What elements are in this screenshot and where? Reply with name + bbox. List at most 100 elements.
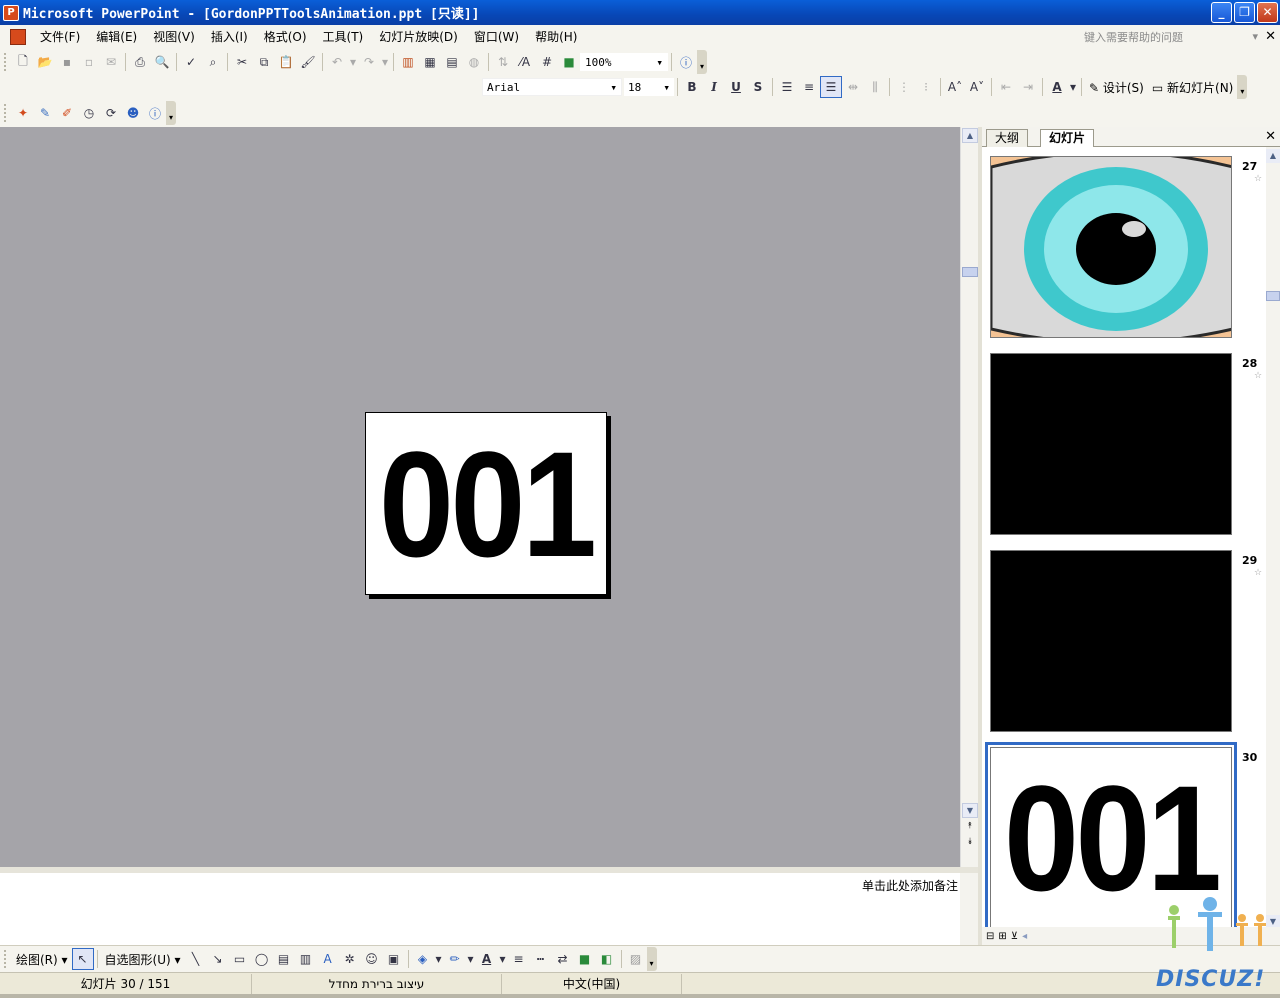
close-icon[interactable]: ✕ [1257, 2, 1278, 23]
menu-slideshow[interactable]: 幻灯片放映(D) [371, 28, 466, 45]
save-icon[interactable]: ▪ [56, 51, 78, 73]
picture-tool-icon[interactable]: ▨ [625, 948, 647, 970]
color-grayscale-icon[interactable]: ■ [558, 51, 580, 73]
permission-icon[interactable]: ▫ [78, 51, 100, 73]
scroll-up-icon[interactable]: ▲ [1266, 149, 1280, 163]
menu-tools[interactable]: 工具(T) [315, 28, 372, 45]
autoshapes-button[interactable]: 自选图形(U) ▾ [101, 951, 185, 968]
notes-pane[interactable]: 单击此处添加备注 [0, 873, 960, 945]
textbox-icon[interactable]: ▤ [273, 948, 295, 970]
undo-dropdown-icon[interactable]: ▾ [348, 51, 358, 73]
wordart-icon[interactable]: A [317, 948, 339, 970]
previous-slide-icon[interactable]: ⯭ [962, 821, 978, 833]
font-size-select[interactable]: 18 ▾ [624, 78, 674, 96]
help-search-input[interactable]: 键入需要帮助的问题 ▾ [1078, 28, 1258, 45]
align-right-icon[interactable]: ☰ [820, 76, 842, 98]
table-icon[interactable]: ▦ [419, 51, 441, 73]
line-icon[interactable]: ╲ [185, 948, 207, 970]
menu-format[interactable]: 格式(O) [256, 28, 315, 45]
oval-icon[interactable]: ◯ [251, 948, 273, 970]
document-icon[interactable] [10, 28, 26, 45]
slide-text[interactable]: 001 [379, 429, 597, 579]
chevron-down-icon[interactable]: ▾ [663, 81, 670, 94]
slideshow-view-icon[interactable]: ⊻ [1011, 931, 1018, 942]
menu-window[interactable]: 窗口(W) [466, 28, 527, 45]
picture-icon[interactable]: ▣ [383, 948, 405, 970]
select-pointer-icon[interactable]: ↖ [71, 948, 94, 970]
3d-style-icon[interactable]: ◧ [596, 948, 618, 970]
italic-button[interactable]: I [703, 76, 725, 98]
decrease-indent-icon[interactable]: ⇤ [995, 76, 1017, 98]
slide-editing-pane[interactable]: 001 [0, 127, 960, 867]
redo-icon[interactable]: ↷ [358, 51, 380, 73]
undo-icon[interactable]: ↶ [326, 51, 348, 73]
underline-button[interactable]: U [725, 76, 747, 98]
diagram-icon[interactable]: ✲ [339, 948, 361, 970]
scroll-up-icon[interactable]: ▲ [962, 128, 978, 143]
scroll-down-icon[interactable]: ▼ [962, 803, 978, 818]
clipart-icon[interactable]: ☺ [361, 948, 383, 970]
cut-icon[interactable]: ✂ [231, 51, 253, 73]
menu-view[interactable]: 视图(V) [145, 28, 203, 45]
vertical-textbox-icon[interactable]: ▥ [295, 948, 317, 970]
chevron-down-icon[interactable]: ▾ [498, 948, 508, 970]
chevron-down-icon[interactable]: ▾ [434, 948, 444, 970]
bold-button[interactable]: B [681, 76, 703, 98]
line-color-icon[interactable]: ✏ [444, 948, 466, 970]
pen-tool-icon[interactable]: ✐ [56, 102, 78, 124]
align-left-icon[interactable]: ☰ [776, 76, 798, 98]
restore-icon[interactable]: ❐ [1234, 2, 1255, 23]
arrow-style-icon[interactable]: ⇄ [552, 948, 574, 970]
print-icon[interactable]: ⎙ [129, 51, 151, 73]
decrease-font-icon[interactable]: A˅ [966, 76, 988, 98]
draw-menu-button[interactable]: 绘图(R) ▾ [12, 951, 72, 968]
dash-style-icon[interactable]: ┅ [530, 948, 552, 970]
scroll-thumb[interactable] [1266, 291, 1280, 301]
scroll-thumb[interactable] [962, 267, 978, 277]
font-color-icon[interactable]: A [476, 948, 498, 970]
chevron-down-icon[interactable]: ▾ [656, 56, 663, 69]
redo-dropdown-icon[interactable]: ▾ [380, 51, 390, 73]
minimize-icon[interactable]: _ [1211, 2, 1232, 23]
increase-font-icon[interactable]: A˄ [944, 76, 966, 98]
user-icon[interactable]: ☻ [122, 102, 144, 124]
arrow-icon[interactable]: ↘ [207, 948, 229, 970]
tab-outline[interactable]: 大纲 [986, 129, 1029, 147]
chevron-down-icon[interactable]: ▾ [1252, 30, 1258, 43]
thumbnail-scrollbar[interactable]: ▲ ▼ [1266, 147, 1280, 937]
menu-file[interactable]: 文件(F) [32, 28, 88, 45]
font-color-icon[interactable]: A [1046, 76, 1068, 98]
next-slide-icon[interactable]: ⯯ [962, 837, 978, 849]
distribute-icon[interactable]: ⇹ [842, 76, 864, 98]
chevron-down-icon[interactable]: ▾ [610, 81, 617, 94]
show-formatting-icon[interactable]: ⁄A [514, 51, 536, 73]
toolbar-options-icon[interactable]: ▾ [166, 101, 176, 125]
new-slide-button[interactable]: ▭ 新幻灯片(N) [1148, 79, 1238, 96]
edit-tool-icon[interactable]: ✎ [34, 102, 56, 124]
spelling-icon[interactable]: ✓ [180, 51, 202, 73]
research-icon[interactable]: ⌕ [202, 51, 224, 73]
fill-color-icon[interactable]: ◈ [412, 948, 434, 970]
slide-sorter-view-icon[interactable]: ⊞ [998, 931, 1006, 942]
toolbar-options-icon[interactable]: ▾ [697, 50, 707, 74]
hyperlink-icon[interactable]: ◍ [463, 51, 485, 73]
chevron-down-icon[interactable]: ▾ [466, 948, 476, 970]
notes-scrollbar[interactable] [960, 873, 978, 945]
shadow-button[interactable]: S [747, 76, 769, 98]
paste-icon[interactable]: 📋 [275, 51, 297, 73]
help-icon[interactable]: ⓘ [144, 102, 166, 124]
chart-icon[interactable]: ▥ [397, 51, 419, 73]
close-panel-icon[interactable]: ✕ [1265, 129, 1276, 144]
copy-icon[interactable]: ⧉ [253, 51, 275, 73]
design-button[interactable]: ✎ 设计(S) [1085, 79, 1148, 96]
expand-all-icon[interactable]: ⇅ [492, 51, 514, 73]
increase-indent-icon[interactable]: ⇥ [1017, 76, 1039, 98]
zoom-select[interactable]: 100% ▾ [580, 53, 668, 71]
open-icon[interactable]: 📂 [34, 51, 56, 73]
chevron-down-icon[interactable]: ▾ [1068, 76, 1078, 98]
grid-icon[interactable]: # [536, 51, 558, 73]
help-icon[interactable]: ⓘ [675, 51, 697, 73]
email-icon[interactable]: ✉ [100, 51, 122, 73]
current-slide[interactable]: 001 [365, 412, 607, 595]
new-icon[interactable]: 🗋 [12, 51, 34, 73]
